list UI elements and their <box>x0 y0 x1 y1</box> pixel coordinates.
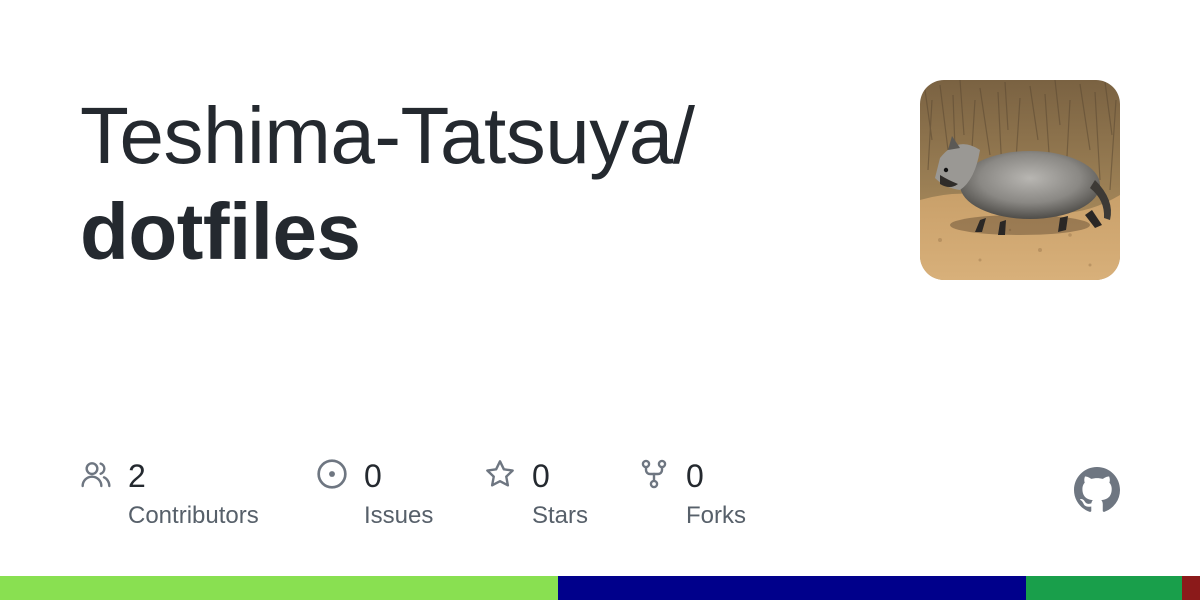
stat-contributors[interactable]: 2 Contributors <box>80 452 280 542</box>
language-segment-1 <box>0 576 558 600</box>
people-icon <box>81 462 111 488</box>
issues-count: 0 <box>364 458 382 494</box>
repo-forked-icon <box>641 459 667 489</box>
language-segment-4 <box>1182 576 1200 600</box>
contributors-count: 2 <box>128 458 146 494</box>
stars-label: Stars <box>532 502 589 529</box>
stat-issues[interactable]: 0 Issues <box>316 452 456 542</box>
star-icon <box>486 460 514 487</box>
contributors-label: Contributors <box>128 502 259 529</box>
stat-stars[interactable]: 0 Stars <box>484 452 604 542</box>
repo-owner[interactable]: Teshima-Tatsuya/ <box>80 88 880 184</box>
language-segment-2 <box>558 576 1026 600</box>
owner-avatar[interactable] <box>920 80 1120 280</box>
forks-count: 0 <box>686 458 704 494</box>
stars-count: 0 <box>532 458 550 494</box>
forks-label: Forks <box>686 502 746 529</box>
avatar-photo <box>920 80 1120 280</box>
issues-label: Issues <box>364 502 434 529</box>
language-bar <box>0 576 1200 600</box>
language-segment-3 <box>1026 576 1182 600</box>
issue-opened-icon <box>317 459 347 489</box>
repo-title: Teshima-Tatsuya/ dotfiles <box>80 88 880 280</box>
github-mark-icon[interactable] <box>1074 467 1120 513</box>
repo-name[interactable]: dotfiles <box>80 184 880 280</box>
stat-forks[interactable]: 0 Forks <box>638 452 768 542</box>
